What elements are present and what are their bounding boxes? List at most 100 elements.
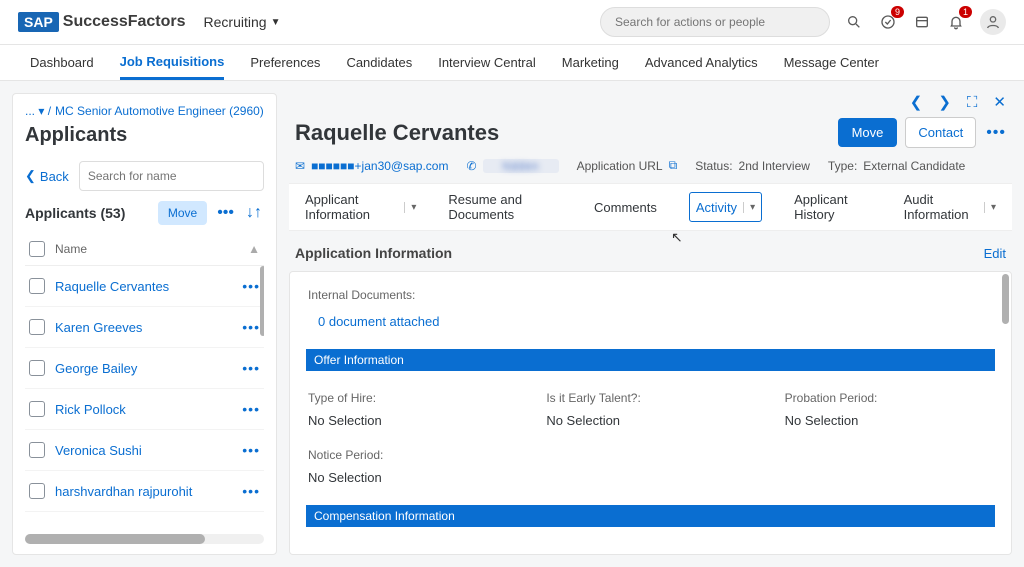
sidebar-scrollbar[interactable]: [260, 266, 264, 336]
field-probation-period: Probation Period: No Selection: [785, 391, 993, 428]
row-checkbox[interactable]: [29, 483, 45, 499]
detail-subtabs: Applicant Information▾ Resume and Docume…: [289, 183, 1012, 231]
next-candidate-icon[interactable]: ❯: [938, 93, 951, 111]
prev-candidate-icon[interactable]: ❮: [910, 93, 923, 111]
product-name: SuccessFactors: [63, 13, 186, 31]
applicant-name-link[interactable]: Veronica Sushi: [55, 443, 232, 458]
global-search-input[interactable]: [600, 7, 830, 37]
content-scrollbar[interactable]: [1002, 274, 1009, 324]
candidate-header: Raquelle Cervantes Move Contact •••: [289, 117, 1012, 158]
scroll-up-icon[interactable]: ▲: [248, 242, 260, 256]
more-actions-icon[interactable]: •••: [986, 124, 1006, 142]
expand-icon[interactable]: ⛶: [967, 94, 978, 111]
edit-button[interactable]: Edit: [984, 246, 1006, 261]
chevron-left-icon: ❮: [25, 168, 36, 184]
documents-attached-link[interactable]: 0 document attached: [318, 314, 439, 329]
type-label: Type:: [828, 159, 857, 173]
row-menu-icon[interactable]: •••: [242, 401, 260, 417]
subtab-applicant-information[interactable]: Applicant Information▾: [305, 192, 416, 222]
compensation-info-bar: Compensation Information: [306, 505, 995, 527]
applicant-name-link[interactable]: Rick Pollock: [55, 402, 232, 417]
row-menu-icon[interactable]: •••: [242, 278, 260, 294]
subtab-resume-documents[interactable]: Resume and Documents: [448, 192, 562, 222]
select-all-checkbox[interactable]: [29, 241, 45, 257]
chevron-down-icon[interactable]: ▾: [984, 202, 996, 213]
candidate-phone[interactable]: hidden: [483, 159, 559, 173]
applicant-name-link[interactable]: George Bailey: [55, 361, 232, 376]
nav-tabs: Dashboard Job Requisitions Preferences C…: [0, 45, 1024, 81]
horizontal-scrollbar[interactable]: [25, 534, 264, 544]
field-early-talent: Is it Early Talent?: No Selection: [546, 391, 754, 428]
copy-icon[interactable]: ⧉: [669, 158, 678, 173]
bell-icon[interactable]: 1: [946, 12, 966, 32]
navtab-advanced-analytics[interactable]: Advanced Analytics: [645, 45, 758, 80]
list-item[interactable]: Rick Pollock •••: [25, 389, 264, 430]
navtab-marketing[interactable]: Marketing: [562, 45, 619, 80]
brand-logo: SAP SuccessFactors: [18, 12, 186, 32]
close-icon[interactable]: ✕: [993, 93, 1006, 111]
applicant-list[interactable]: Raquelle Cervantes ••• Karen Greeves •••…: [25, 266, 264, 530]
applicant-name-link[interactable]: harshvardhan rajpurohit: [55, 484, 232, 499]
type-value: External Candidate: [863, 159, 965, 173]
detail-top-controls: ❮ ❯ ⛶ ✕: [289, 93, 1012, 117]
top-icon-group: 9 1: [844, 9, 1006, 35]
row-checkbox[interactable]: [29, 278, 45, 294]
breadcrumb-prefix[interactable]: ... ▾ /: [25, 104, 51, 118]
user-avatar[interactable]: [980, 9, 1006, 35]
list-item[interactable]: Veronica Sushi •••: [25, 430, 264, 471]
section-title: Application Information: [295, 245, 984, 261]
candidate-info-row: ✉ ■■■■■■+jan30@sap.com ✆ hidden Applicat…: [289, 158, 1012, 183]
todo-icon[interactable]: 9: [878, 12, 898, 32]
application-info-card: Internal Documents: 0 document attached …: [289, 271, 1012, 555]
sort-icon[interactable]: ↓↑: [244, 204, 264, 222]
row-menu-icon[interactable]: •••: [242, 360, 260, 376]
navtab-interview-central[interactable]: Interview Central: [438, 45, 536, 80]
subtab-audit-information[interactable]: Audit Information▾: [904, 192, 996, 222]
row-checkbox[interactable]: [29, 442, 45, 458]
contact-button[interactable]: Contact: [905, 117, 976, 148]
field-type-of-hire: Type of Hire: No Selection: [308, 391, 516, 428]
applicant-name-link[interactable]: Karen Greeves: [55, 320, 232, 335]
module-dropdown[interactable]: Recruiting ▼: [204, 14, 281, 30]
chevron-down-icon[interactable]: ▾: [404, 202, 416, 213]
breadcrumb-requisition[interactable]: MC Senior Automotive Engineer (2960): [55, 104, 264, 118]
breadcrumb[interactable]: ... ▾ / MC Senior Automotive Engineer (2…: [25, 104, 264, 118]
back-button[interactable]: ❮ Back: [25, 168, 69, 184]
chevron-down-icon[interactable]: ▾: [743, 202, 755, 213]
applicants-count: Applicants (53): [25, 205, 150, 221]
sidebar-move-button[interactable]: Move: [158, 201, 207, 225]
row-menu-icon[interactable]: •••: [242, 319, 260, 335]
search-icon[interactable]: [844, 12, 864, 32]
subtab-comments[interactable]: Comments: [594, 192, 657, 222]
candidate-email[interactable]: ■■■■■■+jan30@sap.com: [311, 159, 448, 173]
move-button[interactable]: Move: [838, 118, 898, 147]
navtab-message-center[interactable]: Message Center: [784, 45, 879, 80]
list-item[interactable]: Raquelle Cervantes •••: [25, 266, 264, 307]
bell-badge: 1: [959, 6, 972, 18]
navtab-job-requisitions[interactable]: Job Requisitions: [120, 45, 225, 80]
navtab-dashboard[interactable]: Dashboard: [30, 45, 94, 80]
navtab-candidates[interactable]: Candidates: [346, 45, 412, 80]
navtab-preferences[interactable]: Preferences: [250, 45, 320, 80]
inbox-icon[interactable]: [912, 12, 932, 32]
candidate-name: Raquelle Cervantes: [295, 120, 838, 146]
subtab-applicant-history[interactable]: Applicant History: [794, 192, 872, 222]
more-options-icon[interactable]: •••: [215, 204, 236, 222]
h-scroll-thumb[interactable]: [25, 534, 205, 544]
applicant-name-link[interactable]: Raquelle Cervantes: [55, 279, 232, 294]
section-header-row: Application Information Edit: [289, 231, 1012, 271]
name-column-header[interactable]: Name: [55, 242, 87, 256]
main-area: ... ▾ / MC Senior Automotive Engineer (2…: [0, 81, 1024, 567]
row-checkbox[interactable]: [29, 401, 45, 417]
row-menu-icon[interactable]: •••: [242, 483, 260, 499]
list-item[interactable]: George Bailey •••: [25, 348, 264, 389]
sidebar-title: Applicants: [25, 124, 264, 147]
row-checkbox[interactable]: [29, 319, 45, 335]
row-menu-icon[interactable]: •••: [242, 442, 260, 458]
row-checkbox[interactable]: [29, 360, 45, 376]
name-search-input[interactable]: [79, 161, 264, 191]
status-label: Status:: [695, 159, 732, 173]
list-item[interactable]: Karen Greeves •••: [25, 307, 264, 348]
subtab-activity[interactable]: Activity▾: [689, 192, 762, 222]
list-item[interactable]: harshvardhan rajpurohit •••: [25, 471, 264, 512]
